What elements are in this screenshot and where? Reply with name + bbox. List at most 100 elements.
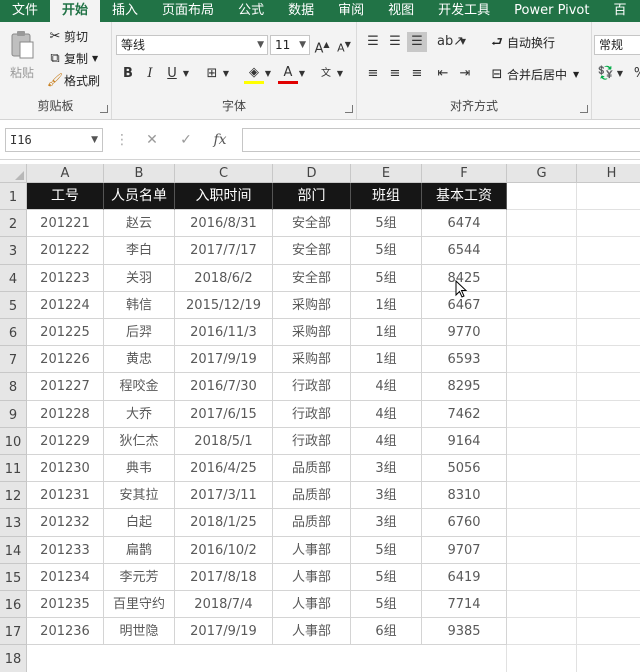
align-bottom-icon[interactable]: ☰	[407, 32, 427, 52]
table-cell[interactable]: 201223	[27, 264, 104, 292]
table-cell[interactable]: 人事部	[273, 563, 351, 591]
menu-tab[interactable]: 插入	[100, 0, 150, 22]
table-cell[interactable]: 2017/3/11	[175, 482, 273, 510]
table-cell[interactable]: 人事部	[273, 618, 351, 646]
table-cell[interactable]: 程咬金	[104, 373, 175, 401]
row-header[interactable]: 9	[0, 400, 27, 428]
table-cell[interactable]: 201233	[27, 536, 104, 564]
row-header[interactable]: 5	[0, 291, 27, 319]
row-header[interactable]: 2	[0, 210, 27, 238]
table-cell[interactable]: 4组	[351, 427, 422, 455]
dialog-launcher-icon[interactable]	[580, 105, 588, 113]
table-cell[interactable]: 李元芳	[104, 563, 175, 591]
align-left-icon[interactable]: ≡	[363, 64, 383, 84]
decrease-indent-icon[interactable]: ⇤	[433, 64, 453, 84]
formula-input[interactable]	[242, 128, 640, 152]
align-center-icon[interactable]: ≡	[385, 64, 405, 84]
table-cell[interactable]: 典韦	[104, 455, 175, 483]
table-cell[interactable]: 6组	[351, 618, 422, 646]
table-cell[interactable]: 采购部	[273, 291, 351, 319]
table-cell[interactable]: 人事部	[273, 536, 351, 564]
column-header[interactable]: G	[507, 164, 577, 183]
table-cell[interactable]: 安全部	[273, 210, 351, 238]
menu-tab[interactable]: 页面布局	[150, 0, 226, 22]
confirm-icon[interactable]: ✓	[176, 128, 196, 152]
table-cell[interactable]: 201228	[27, 400, 104, 428]
dialog-launcher-icon[interactable]	[345, 105, 353, 113]
row-header[interactable]: 14	[0, 536, 27, 564]
table-cell[interactable]: 2016/8/31	[175, 210, 273, 238]
table-header-cell[interactable]: 入职时间	[175, 183, 273, 211]
table-cell[interactable]: 9164	[422, 427, 507, 455]
table-cell[interactable]: 采购部	[273, 319, 351, 347]
column-header[interactable]: E	[351, 164, 422, 183]
row-header[interactable]: 18	[0, 645, 27, 672]
row-header[interactable]: 12	[0, 482, 27, 510]
table-cell[interactable]: 行政部	[273, 427, 351, 455]
increase-indent-icon[interactable]: ⇥	[455, 64, 475, 84]
number-format-select[interactable]: 常规	[594, 35, 640, 55]
table-header-cell[interactable]: 部门	[273, 183, 351, 211]
shrink-font-button[interactable]: A▼	[334, 35, 354, 55]
wrap-text-button[interactable]: ⮐ 自动换行	[487, 34, 555, 51]
table-cell[interactable]: 6474	[422, 210, 507, 238]
table-cell[interactable]: 2016/7/30	[175, 373, 273, 401]
table-cell[interactable]: 201227	[27, 373, 104, 401]
table-cell[interactable]: 2017/9/19	[175, 618, 273, 646]
row-header[interactable]: 16	[0, 591, 27, 619]
table-cell[interactable]: 白起	[104, 509, 175, 537]
table-cell[interactable]: 3组	[351, 509, 422, 537]
table-cell[interactable]: 201224	[27, 291, 104, 319]
fill-color-icon[interactable]: ◈	[244, 64, 264, 84]
underline-button[interactable]: U	[162, 64, 182, 84]
table-cell[interactable]: 9707	[422, 536, 507, 564]
table-cell[interactable]: 201230	[27, 455, 104, 483]
font-size-select[interactable]: 11 ▼	[270, 35, 310, 55]
cut-button[interactable]: ✂ 剪切	[46, 28, 88, 45]
table-cell[interactable]: 3组	[351, 482, 422, 510]
table-cell[interactable]: 品质部	[273, 482, 351, 510]
row-header[interactable]: 17	[0, 618, 27, 646]
table-cell[interactable]: 5组	[351, 591, 422, 619]
table-cell[interactable]: 大乔	[104, 400, 175, 428]
table-cell[interactable]: 3组	[351, 455, 422, 483]
row-header[interactable]: 1	[0, 183, 27, 211]
table-cell[interactable]: 1组	[351, 346, 422, 374]
table-cell[interactable]: 采购部	[273, 346, 351, 374]
chevron-down-icon[interactable]: ▼	[92, 51, 98, 67]
table-cell[interactable]: 安全部	[273, 264, 351, 292]
table-cell[interactable]: 韩信	[104, 291, 175, 319]
table-cell[interactable]: 201225	[27, 319, 104, 347]
table-cell[interactable]: 6544	[422, 237, 507, 265]
table-cell[interactable]: 品质部	[273, 455, 351, 483]
table-cell[interactable]: 人事部	[273, 591, 351, 619]
align-middle-icon[interactable]: ☰	[385, 32, 405, 52]
table-cell[interactable]: 6593	[422, 346, 507, 374]
table-cell[interactable]: 安其拉	[104, 482, 175, 510]
italic-button[interactable]: I	[140, 64, 160, 84]
chevron-down-icon[interactable]: ▼	[457, 32, 469, 52]
table-cell[interactable]: 1组	[351, 291, 422, 319]
align-right-icon[interactable]: ≡	[407, 64, 427, 84]
row-header[interactable]: 10	[0, 427, 27, 455]
table-cell[interactable]: 明世隐	[104, 618, 175, 646]
table-cell[interactable]: 201235	[27, 591, 104, 619]
table-cell[interactable]: 2018/1/25	[175, 509, 273, 537]
bold-button[interactable]: B	[118, 64, 138, 84]
chevron-down-icon[interactable]: ▼	[296, 64, 308, 84]
paste-button[interactable]: 粘贴	[6, 30, 38, 90]
table-cell[interactable]: 6419	[422, 563, 507, 591]
column-header[interactable]: C	[175, 164, 273, 183]
table-header-cell[interactable]: 班组	[351, 183, 422, 211]
row-header[interactable]: 4	[0, 264, 27, 292]
table-cell[interactable]: 行政部	[273, 373, 351, 401]
table-cell[interactable]: 行政部	[273, 400, 351, 428]
table-cell[interactable]: 5组	[351, 563, 422, 591]
menu-tab[interactable]: 开发工具	[426, 0, 502, 22]
dialog-launcher-icon[interactable]	[100, 105, 108, 113]
table-cell[interactable]: 201229	[27, 427, 104, 455]
cancel-icon[interactable]: ✕	[142, 128, 162, 152]
table-cell[interactable]: 8310	[422, 482, 507, 510]
borders-icon[interactable]: ⊞	[202, 64, 222, 84]
insert-function-icon[interactable]: fx	[210, 128, 230, 152]
